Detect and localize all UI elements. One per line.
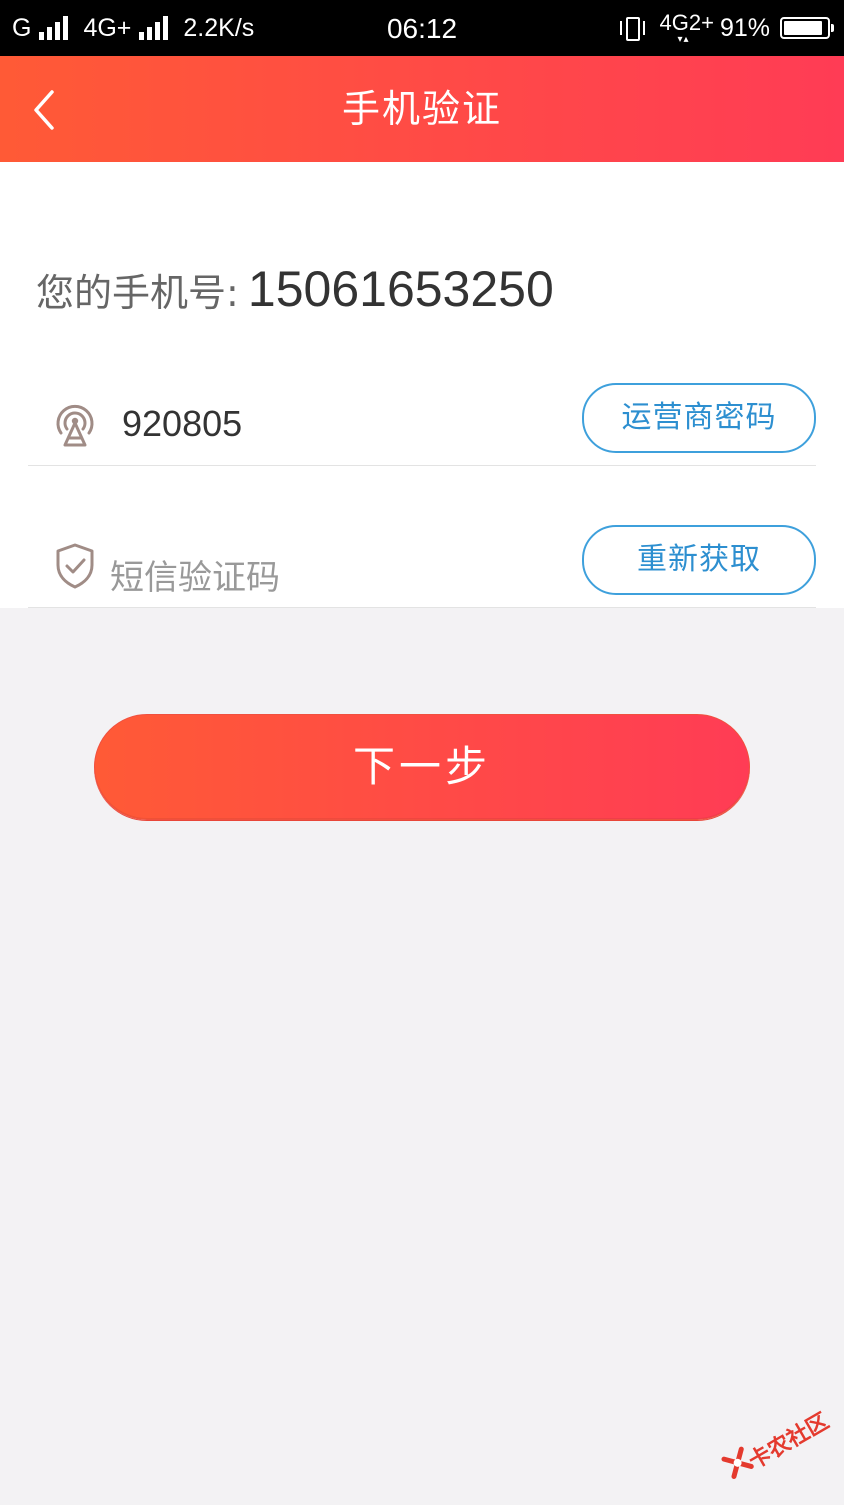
battery-icon — [780, 17, 834, 39]
carrier-password-row: 920805 运营商密码 — [28, 375, 816, 466]
vibrate-icon — [618, 15, 646, 41]
carrier-1-label: G — [12, 13, 32, 42]
network-sub-label: 2+ — [688, 10, 714, 35]
app-header: 手机验证 — [0, 56, 844, 162]
page-title: 手机验证 — [341, 87, 502, 131]
status-left: G 4G+ 2.2K/s — [12, 0, 262, 56]
carrier-password-input[interactable]: 920805 — [122, 403, 242, 445]
next-step-button[interactable]: 下一步 — [94, 714, 750, 820]
battery-fill — [784, 21, 822, 35]
watermark-logo: 卡农社区 — [712, 1389, 842, 1505]
status-right: 4G2+ ▾▴ 91% — [618, 0, 834, 56]
sms-code-row: 短信验证码 重新获取 — [28, 517, 816, 608]
network-type-label: 4G — [659, 10, 689, 35]
signal-strength-icon — [39, 16, 71, 40]
mobile-data-icon: 4G2+ ▾▴ — [659, 10, 714, 45]
broadcast-tower-icon — [50, 399, 100, 449]
network-speed: 2.2K/s — [183, 13, 255, 42]
verification-form: 您的手机号: 15061653250 920805 运营商密码 短信验证码 重新… — [0, 162, 844, 608]
back-button[interactable] — [24, 84, 74, 134]
signal-strength-icon — [139, 16, 171, 40]
resend-code-button[interactable]: 重新获取 — [582, 525, 816, 595]
phone-number-label: 您的手机号: — [36, 271, 239, 315]
phone-number-line: 您的手机号: 15061653250 — [36, 260, 554, 318]
shield-check-icon — [50, 541, 100, 591]
status-bar: G 4G+ 2.2K/s 06:12 4G2+ ▾▴ 91% — [0, 0, 844, 56]
phone-number-value: 15061653250 — [247, 261, 554, 317]
battery-percent: 91% — [719, 13, 770, 42]
carrier-password-button[interactable]: 运营商密码 — [582, 383, 816, 453]
sms-code-input[interactable]: 短信验证码 — [110, 550, 280, 599]
chevron-left-icon — [34, 90, 54, 130]
watermark-text: 卡农社区 — [744, 1408, 834, 1475]
carrier-2-label: 4G+ — [83, 13, 132, 42]
